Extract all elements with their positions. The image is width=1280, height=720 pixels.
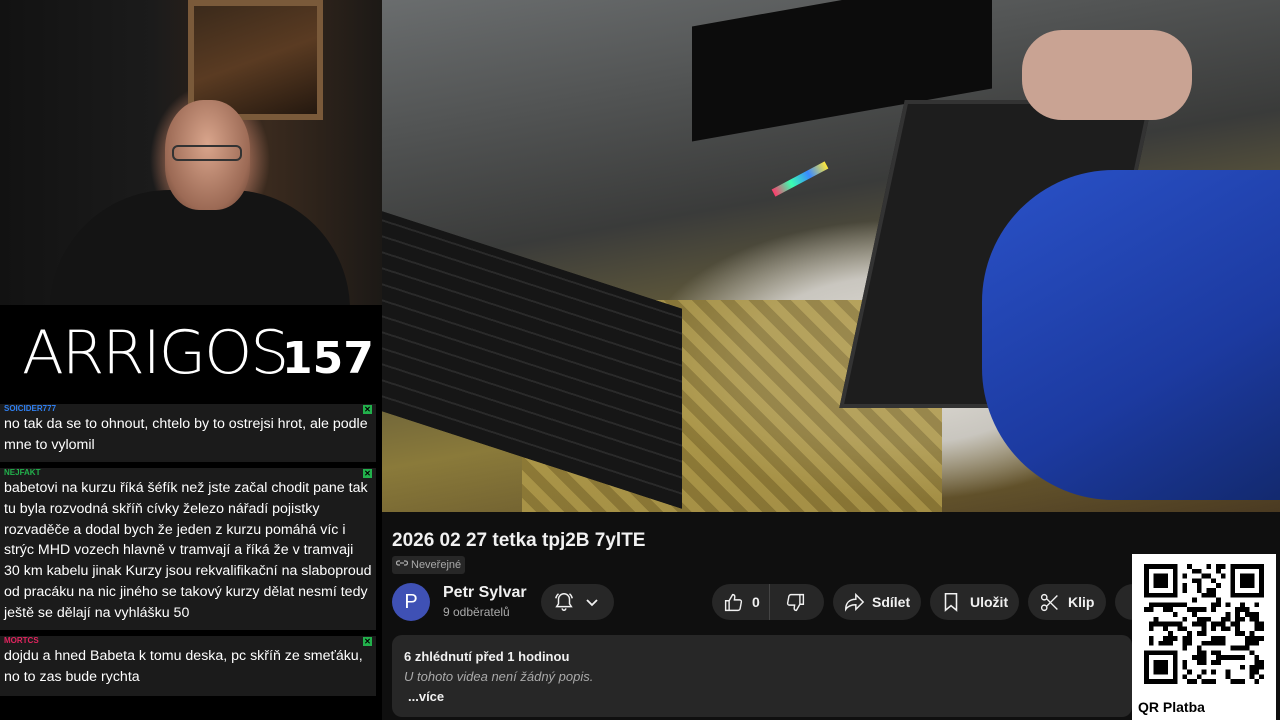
chevron-down-icon [585,595,599,609]
save-button[interactable]: Uložit [930,584,1019,620]
like-button[interactable]: 0 [712,584,770,620]
description-box[interactable]: 6 zhlédnutí před 1 hodinou U tohoto vide… [392,635,1132,717]
like-dislike-group: 0 [712,584,824,620]
chat-message: MORTCS dojdu a hned Babeta k tomu deska,… [0,636,376,696]
chat-text: babetovi na kurzu říká šéfík než jste za… [4,480,372,621]
blue-sleeve [982,170,1280,500]
chat-username: SOICIDER777 [4,404,57,413]
bookmark-icon [941,591,961,613]
chat-panel: SOICIDER777 no tak da se to ohnout, chte… [0,404,382,720]
chat-message: SOICIDER777 no tak da se to ohnout, chte… [0,404,376,462]
view-stats: 6 zhlédnutí před 1 hodinou [404,649,570,664]
chat-badge-icon: ✕ [363,469,372,478]
show-more-link[interactable]: ...více [408,689,444,704]
qr-label: QR Platba [1138,699,1205,715]
description-text: U tohoto videa není žádný popis. [404,669,594,684]
scissors-icon [1039,592,1060,613]
qr-code-icon [1144,564,1264,684]
chat-badge-icon: ✕ [363,405,372,414]
video-title: 2026 02 27 tetka tpj2B 7ylTE [392,530,646,551]
share-label: Sdílet [872,594,911,610]
chat-message: NEJFAKT babetovi na kurzu říká šéfík než… [0,468,376,630]
clip-button[interactable]: Klip [1028,584,1106,620]
visibility-label: Neveřejné [411,559,462,571]
share-icon [843,591,865,613]
stream-logo-number: 157 [282,333,374,384]
chat-username: NEJFAKT [4,468,41,477]
subscriber-count: 9 odběratelů [443,605,510,619]
channel-name[interactable]: Petr Sylvar [443,584,527,602]
dislike-button[interactable] [770,592,806,613]
video-player[interactable] [382,0,1280,512]
chat-username: MORTCS [4,636,39,645]
notification-button[interactable] [541,584,614,620]
chat-text: no tak da se to ohnout, chtelo by to ost… [4,416,368,453]
bell-icon [553,591,575,613]
streamer-glasses [172,145,242,161]
link-icon [395,556,409,574]
chat-badge-icon: ✕ [363,637,372,646]
clip-label: Klip [1068,594,1095,610]
save-label: Uložit [970,594,1009,610]
stream-logo-text: ARRIGOS [22,318,289,388]
hand [1022,30,1192,120]
webcam-feed [0,0,382,305]
chat-text: dojdu a hned Babeta k tomu deska, pc skř… [4,648,363,685]
visibility-badge: Neveřejné [392,556,466,574]
thumbs-up-icon [723,592,744,613]
rgb-strip [771,161,829,197]
channel-avatar[interactable]: P [392,583,430,621]
thumbs-down-icon [785,592,806,613]
like-count: 0 [752,594,760,610]
share-button[interactable]: Sdílet [833,584,921,620]
qr-payment-overlay: QR Platba [1132,554,1276,720]
